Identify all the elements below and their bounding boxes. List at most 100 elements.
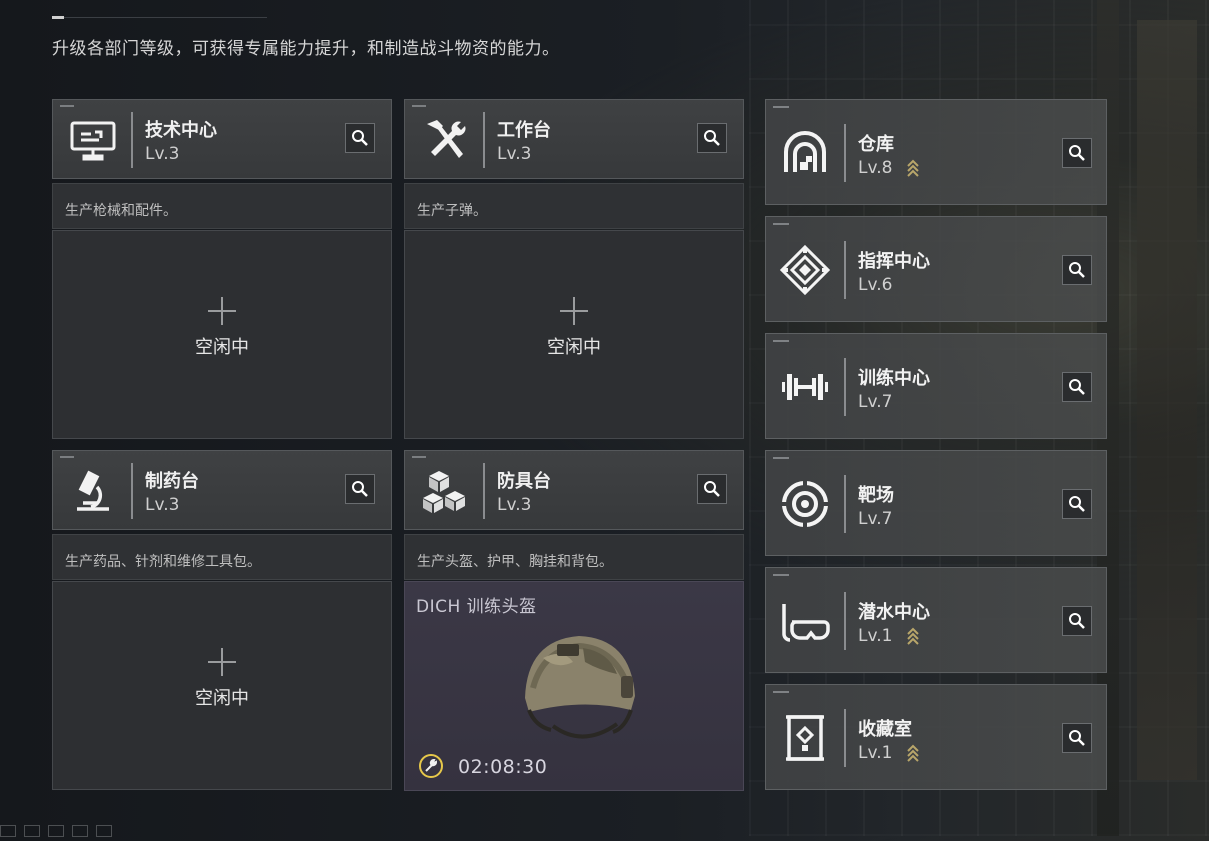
upgrade-available-icon xyxy=(906,158,920,178)
facility-level: Lv.8 xyxy=(858,158,893,178)
search-icon xyxy=(1069,145,1085,161)
workshop-card-workbench[interactable]: 工作台 Lv.3 xyxy=(404,99,744,179)
facility-name: 仓库 xyxy=(858,134,894,155)
search-icon xyxy=(704,481,720,497)
card-separator xyxy=(844,592,846,650)
card-corner-mark xyxy=(773,457,789,459)
workshop-description: 生产头盔、护甲、胸挂和背包。 xyxy=(404,534,744,580)
search-icon xyxy=(1069,379,1085,395)
card-corner-mark xyxy=(773,223,789,225)
card-separator xyxy=(131,463,133,519)
facility-card-shooting-range[interactable]: 靶场 Lv.7 xyxy=(765,450,1107,556)
facility-level: Lv.7 xyxy=(858,509,893,529)
hammer-wrench-icon xyxy=(419,114,471,166)
facility-name: 指挥中心 xyxy=(858,251,930,272)
helmet-image xyxy=(513,618,648,753)
header-divider-highlight xyxy=(52,16,64,19)
workshop-description: 生产药品、针剂和维修工具包。 xyxy=(52,534,392,580)
status-indicator xyxy=(24,825,40,837)
search-icon xyxy=(1069,613,1085,629)
production-timer: 02:08:30 xyxy=(458,756,548,778)
search-icon xyxy=(1069,730,1085,746)
inspect-button[interactable] xyxy=(1062,606,1092,636)
status-indicator xyxy=(96,825,112,837)
facility-card-training-center[interactable]: 训练中心 Lv.7 xyxy=(765,333,1107,439)
inspect-button[interactable] xyxy=(697,474,727,504)
workshop-name: 制药台 xyxy=(145,471,199,492)
search-icon xyxy=(704,130,720,146)
page-description: 升级各部门等级，可获得专属能力提升，和制造战斗物资的能力。 xyxy=(52,39,560,59)
search-icon xyxy=(1069,496,1085,512)
workshop-level: Lv.3 xyxy=(145,495,180,515)
inspect-button[interactable] xyxy=(697,123,727,153)
card-separator xyxy=(844,475,846,533)
search-icon xyxy=(352,481,368,497)
microscope-icon xyxy=(67,465,119,517)
upgrade-available-icon xyxy=(906,626,920,646)
production-slot-idle[interactable]: 空闲中 xyxy=(52,230,392,439)
card-separator xyxy=(483,112,485,168)
status-indicator xyxy=(72,825,88,837)
card-separator xyxy=(844,709,846,767)
workshop-name: 工作台 xyxy=(497,120,551,141)
card-separator xyxy=(131,112,133,168)
card-corner-mark xyxy=(412,105,426,107)
warehouse-icon xyxy=(778,126,832,180)
dumbbell-icon xyxy=(778,360,832,414)
card-corner-mark xyxy=(60,456,74,458)
inspect-button[interactable] xyxy=(345,123,375,153)
slot-status: 空闲中 xyxy=(195,687,249,709)
status-indicator xyxy=(48,825,64,837)
production-slot-idle[interactable]: 空闲中 xyxy=(404,230,744,439)
facility-name: 靶场 xyxy=(858,485,894,506)
workshop-card-tech-center[interactable]: 技术中心 Lv.3 xyxy=(52,99,392,179)
bottom-status-icons xyxy=(0,822,160,837)
card-corner-mark xyxy=(60,105,74,107)
workshop-description: 生产子弹。 xyxy=(404,183,744,229)
card-separator xyxy=(844,358,846,416)
workshop-level: Lv.3 xyxy=(497,495,532,515)
card-separator xyxy=(844,124,846,182)
workshop-level: Lv.3 xyxy=(497,144,532,164)
facility-name: 收藏室 xyxy=(858,719,912,740)
boxes-icon xyxy=(419,465,471,517)
computer-icon xyxy=(67,114,119,166)
plus-icon xyxy=(208,647,236,676)
card-corner-mark xyxy=(773,574,789,576)
inspect-button[interactable] xyxy=(1062,723,1092,753)
facility-level: Lv.7 xyxy=(858,392,893,412)
inspect-button[interactable] xyxy=(1062,372,1092,402)
wrench-timer-icon xyxy=(418,753,444,779)
header-divider xyxy=(52,17,267,18)
facility-card-diving-center[interactable]: 潜水中心 Lv.1 xyxy=(765,567,1107,673)
inspect-button[interactable] xyxy=(1062,255,1092,285)
facility-card-warehouse[interactable]: 仓库 Lv.8 xyxy=(765,99,1107,205)
facility-level: Lv.1 xyxy=(858,626,893,646)
slot-status: 空闲中 xyxy=(547,336,601,358)
workshop-card-armory[interactable]: 防具台 Lv.3 xyxy=(404,450,744,530)
inspect-button[interactable] xyxy=(1062,138,1092,168)
upgrade-available-icon xyxy=(906,743,920,763)
inspect-button[interactable] xyxy=(345,474,375,504)
card-separator xyxy=(483,463,485,519)
card-corner-mark xyxy=(412,456,426,458)
inspect-button[interactable] xyxy=(1062,489,1092,519)
card-corner-mark xyxy=(773,340,789,342)
workshop-name: 防具台 xyxy=(497,471,551,492)
facility-level: Lv.1 xyxy=(858,743,893,763)
workshop-card-pharmacy[interactable]: 制药台 Lv.3 xyxy=(52,450,392,530)
workshop-name: 技术中心 xyxy=(145,120,217,141)
production-slot-idle[interactable]: 空闲中 xyxy=(52,581,392,790)
search-icon xyxy=(1069,262,1085,278)
facility-card-command-center[interactable]: 指挥中心 Lv.6 xyxy=(765,216,1107,322)
workshop-description: 生产枪械和配件。 xyxy=(52,183,392,229)
production-slot-active[interactable]: DICH 训练头盔 02:08:30 xyxy=(404,581,744,791)
production-item-name: DICH 训练头盔 xyxy=(416,597,537,617)
card-separator xyxy=(844,241,846,299)
facility-name: 训练中心 xyxy=(858,368,930,389)
status-indicator xyxy=(0,825,16,837)
facility-card-collection-room[interactable]: 收藏室 Lv.1 xyxy=(765,684,1107,790)
facility-level: Lv.6 xyxy=(858,275,893,295)
workshop-level: Lv.3 xyxy=(145,144,180,164)
search-icon xyxy=(352,130,368,146)
